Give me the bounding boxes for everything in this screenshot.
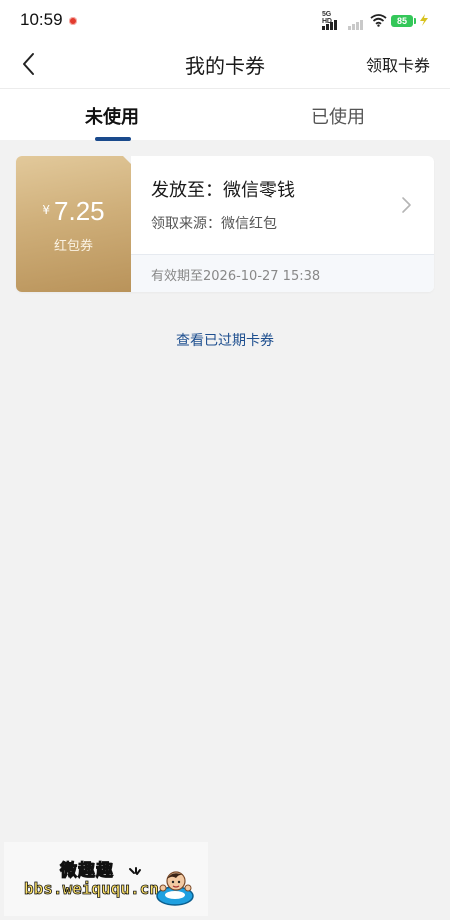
- status-bar: 10:59 5G HD 85: [0, 0, 450, 40]
- coupon-footer: 有效期至2026-10-27 15:38: [131, 254, 434, 292]
- sparkle-icon: [129, 867, 141, 875]
- view-expired-coupons-link[interactable]: 查看已过期卡券: [0, 330, 450, 350]
- charging-icon: [420, 14, 428, 26]
- chevron-right-icon: [402, 197, 411, 213]
- tab-unused[interactable]: 未使用: [52, 103, 172, 129]
- coupon-amount: 7.25: [54, 196, 105, 226]
- coupon-details: 发放至：微信零钱 领取来源：微信红包 有效期至2026-10-27 15:38: [131, 156, 434, 292]
- watermark-url: bbs.weiququ.cn: [24, 879, 160, 899]
- watermark-title: 微趣趣: [60, 861, 114, 882]
- coupon-amount-row: ¥7.25: [16, 196, 131, 227]
- status-time: 10:59: [20, 10, 63, 29]
- coupon-expiry: 有效期至2026-10-27 15:38: [151, 269, 321, 284]
- coupon-source: 领取来源：微信红包: [151, 216, 277, 232]
- wifi-icon: [370, 14, 387, 27]
- tab-used[interactable]: 已使用: [278, 103, 398, 129]
- battery-icon: 85: [391, 15, 416, 27]
- coupon-card[interactable]: ¥7.25 红包券 发放至：微信零钱 领取来源：微信红包 有效期至2026-10…: [16, 156, 434, 292]
- coupon-notch: [121, 156, 131, 164]
- claim-coupon-button[interactable]: 领取卡券: [366, 52, 430, 76]
- currency-symbol: ¥: [42, 203, 51, 217]
- tab-bar: 未使用 已使用: [0, 88, 450, 141]
- coupon-type: 红包券: [53, 239, 93, 254]
- coupon-amount-panel: ¥7.25 红包券: [16, 156, 131, 292]
- watermark: 微趣趣 bbs.weiququ.cn: [4, 842, 208, 916]
- nav-bar: 我的卡券 领取卡券: [0, 40, 450, 88]
- notification-dot-icon: [69, 17, 77, 25]
- coupon-title: 发放至：微信零钱: [151, 180, 295, 201]
- tab-indicator: [95, 137, 131, 141]
- mascot-icon: [156, 871, 194, 906]
